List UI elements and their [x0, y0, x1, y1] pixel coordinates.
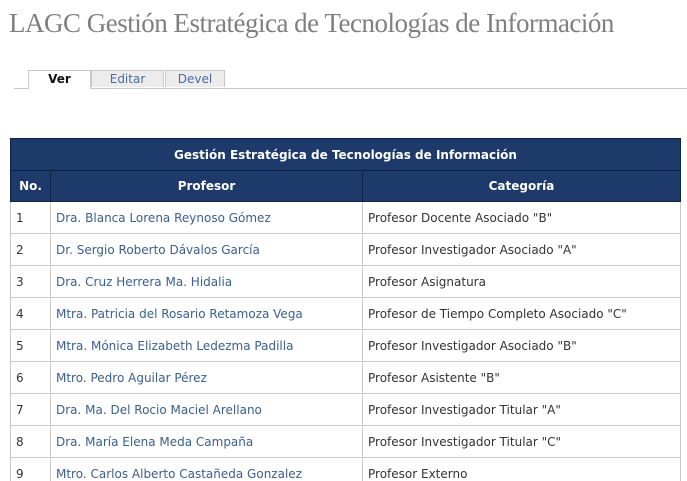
row-number: 7: [10, 393, 51, 426]
tab-editar[interactable]: Editar: [91, 70, 164, 87]
category-cell: Profesor Investigador Asociado "B": [361, 329, 682, 362]
tab-ver[interactable]: Ver: [28, 70, 91, 89]
tab-bar: Ver Editar Devel: [14, 70, 687, 89]
page: LAGC Gestión Estratégica de Tecnologías …: [0, 0, 687, 481]
table-row: 9 Mtro. Carlos Alberto Castañeda Gonzale…: [10, 457, 682, 481]
tab-devel[interactable]: Devel: [165, 70, 225, 87]
category-cell: Profesor Asignatura: [361, 265, 682, 298]
row-number: 1: [10, 201, 51, 234]
professor-name-link[interactable]: Mtro. Pedro Aguilar Pérez: [50, 361, 363, 394]
table-caption-row: Gestión Estratégica de Tecnologías de In…: [9, 138, 682, 171]
table-row: 4 Mtra. Patricia del Rosario Retamoza Ve…: [10, 297, 682, 330]
table-row: 1 Dra. Blanca Lorena Reynoso Gómez Profe…: [10, 201, 682, 234]
site-title: LAGC Gestión Estratégica de Tecnologías …: [9, 8, 614, 38]
professor-name-link[interactable]: Dra. Cruz Herrera Ma. Hidalia: [50, 265, 363, 298]
table-header-row: No. Profesor Categoría: [10, 170, 682, 202]
row-number: 9: [10, 457, 51, 481]
professor-name-link[interactable]: Dra. María Elena Meda Campaña: [50, 425, 363, 458]
category-cell: Profesor Externo: [361, 457, 682, 481]
category-cell: Profesor de Tiempo Completo Asociado "C": [361, 297, 682, 330]
table-row: 7 Dra. Ma. Del Rocio Maciel Arellano Pro…: [10, 393, 682, 426]
professor-name-link[interactable]: Mtra. Mónica Elizabeth Ledezma Padilla: [50, 329, 363, 362]
row-number: 8: [10, 425, 51, 458]
row-number: 6: [10, 361, 51, 394]
row-number: 4: [10, 297, 51, 330]
table-caption: Gestión Estratégica de Tecnologías de In…: [9, 138, 682, 171]
category-cell: Profesor Asistente "B": [361, 361, 682, 394]
professor-name-link[interactable]: Dr. Sergio Roberto Dávalos García: [50, 233, 363, 266]
table-row: 6 Mtro. Pedro Aguilar Pérez Profesor Asi…: [10, 361, 682, 394]
professor-table: Gestión Estratégica de Tecnologías de In…: [9, 138, 682, 481]
row-number: 3: [10, 265, 51, 298]
table-row: 5 Mtra. Mónica Elizabeth Ledezma Padilla…: [10, 329, 682, 362]
category-cell: Profesor Investigador Titular "A": [361, 393, 682, 426]
table-row: 3 Dra. Cruz Herrera Ma. Hidalia Profesor…: [10, 265, 682, 298]
column-header-profesor: Profesor: [50, 170, 363, 202]
professor-name-link[interactable]: Mtro. Carlos Alberto Castañeda Gonzalez: [50, 457, 363, 481]
row-number: 5: [10, 329, 51, 362]
table-row: 2 Dr. Sergio Roberto Dávalos García Prof…: [10, 233, 682, 266]
professor-name-link[interactable]: Mtra. Patricia del Rosario Retamoza Vega: [50, 297, 363, 330]
table-row: 8 Dra. María Elena Meda Campaña Profesor…: [10, 425, 682, 458]
column-header-no: No.: [10, 170, 51, 202]
category-cell: Profesor Investigador Titular "C": [361, 425, 682, 458]
professor-name-link[interactable]: Dra. Ma. Del Rocio Maciel Arellano: [50, 393, 363, 426]
category-cell: Profesor Investigador Asociado "A": [361, 233, 682, 266]
professor-name-link[interactable]: Dra. Blanca Lorena Reynoso Gómez: [50, 201, 363, 234]
category-cell: Profesor Docente Asociado "B": [361, 201, 682, 234]
column-header-categoria: Categoría: [361, 170, 682, 202]
row-number: 2: [10, 233, 51, 266]
